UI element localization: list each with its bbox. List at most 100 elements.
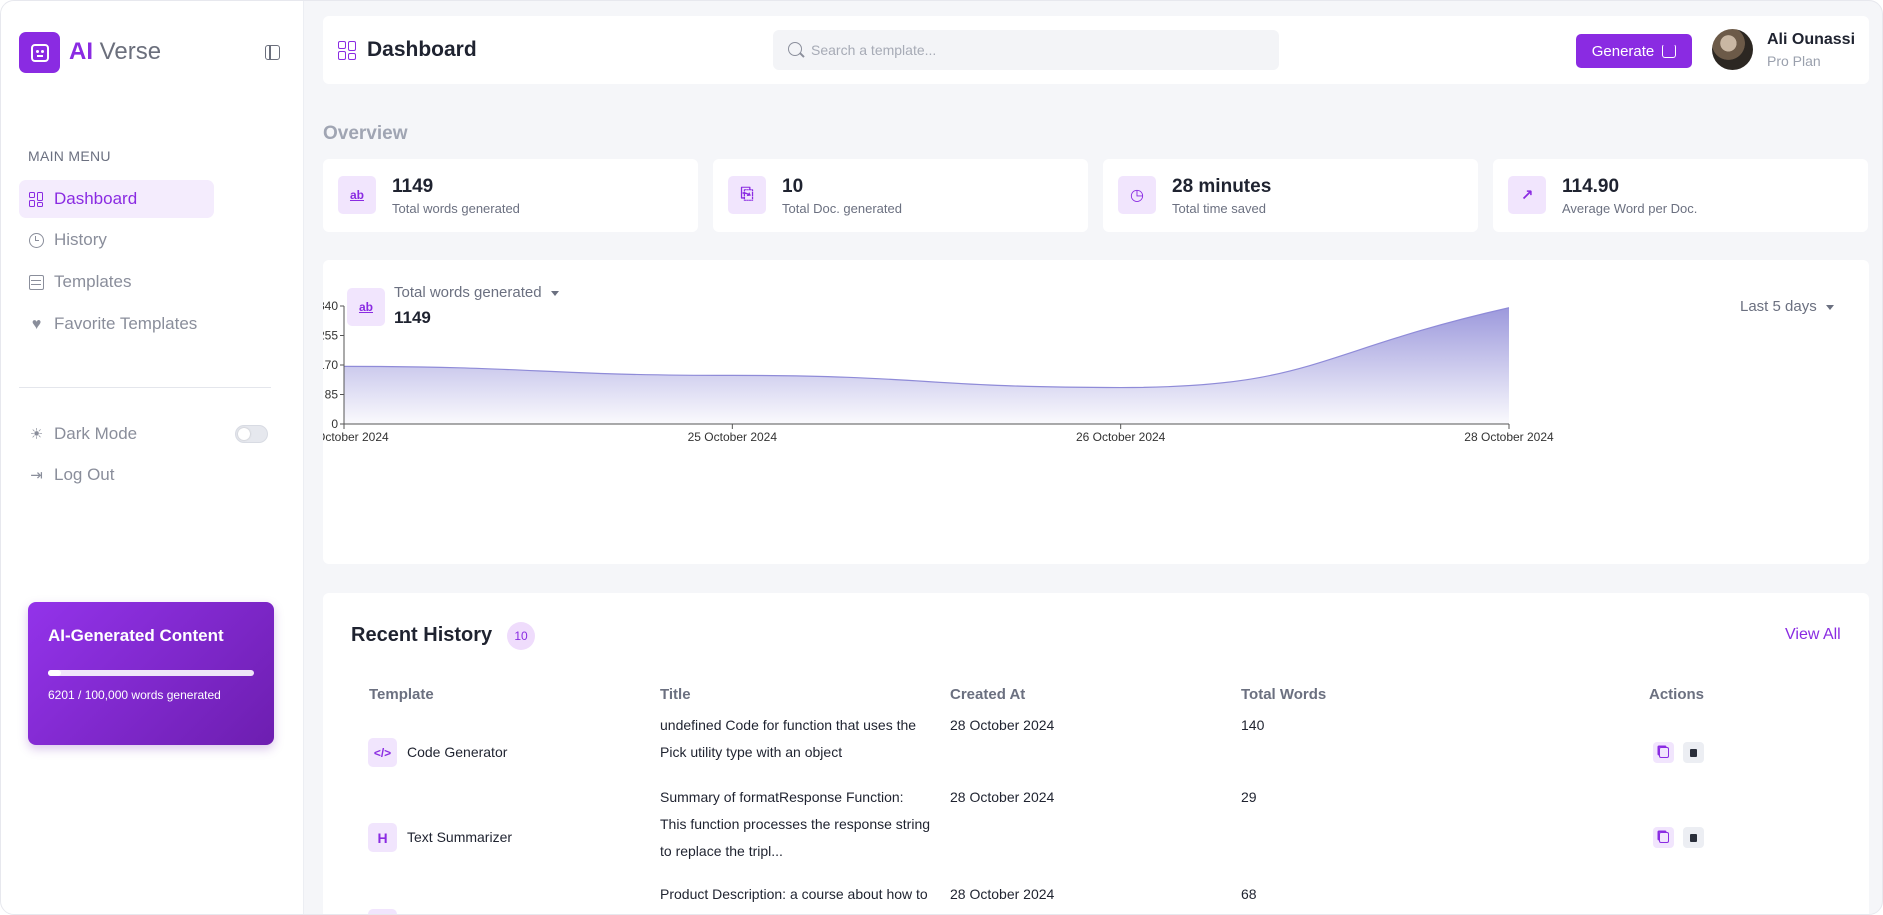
generate-button[interactable]: Generate: [1576, 34, 1692, 68]
usage-text: 6201 / 100,000 words generated: [48, 688, 221, 702]
top-header: Dashboard Generate Ali Ounassi Pro Plan: [323, 16, 1869, 84]
sidebar-item-label: History: [54, 230, 107, 249]
logout-icon: ⇥: [30, 466, 43, 484]
y-tick-label: 0: [331, 417, 338, 431]
heart-icon: ♥: [31, 315, 42, 333]
search-input[interactable]: [811, 30, 1261, 70]
search-icon: [788, 42, 802, 56]
stat-value: 28 minutes: [1172, 176, 1272, 197]
overview-heading: Overview: [323, 123, 408, 144]
x-tick-label: 24 October 2024: [323, 430, 389, 444]
main-menu-title: MAIN MENU: [28, 148, 111, 164]
stat-value: 10: [782, 176, 804, 197]
code-icon: </>: [368, 738, 397, 767]
row-template: Code Generator: [407, 744, 508, 760]
logo-icon: [19, 32, 60, 73]
page-title: Dashboard: [367, 38, 477, 61]
usage-progress-fill: [48, 670, 61, 676]
trash-icon[interactable]: [1683, 827, 1704, 848]
row-total-words: 29: [1241, 789, 1257, 805]
column-header-template: Template: [369, 686, 434, 703]
sidebar-collapse-icon[interactable]: [265, 45, 280, 60]
templates-icon: [29, 274, 44, 290]
area-chart: 0 85 170 255 340 24 October 2024 25 October 20…: [323, 299, 1554, 444]
row-created-at: 28 October 2024: [950, 717, 1055, 733]
row-title-line: to replace the tripl...: [660, 843, 783, 859]
series-area: [344, 307, 1509, 424]
stat-card-time-saved: ◷ 28 minutes Total time saved: [1103, 159, 1478, 232]
row-created-at: 28 October 2024: [950, 886, 1055, 902]
stat-label: Total words generated: [392, 201, 520, 216]
ab-icon: ab: [338, 176, 376, 214]
row-template: Text Summarizer: [407, 829, 513, 845]
y-tick-label: 85: [325, 388, 339, 402]
sidebar: AI Verse MAIN MENU Dashboard History Tem…: [1, 1, 304, 914]
stat-label: Average Word per Doc.: [1562, 201, 1698, 216]
logout-button[interactable]: ⇥ Log Out: [19, 456, 214, 494]
row-total-words: 140: [1241, 717, 1265, 733]
column-header-title: Title: [660, 686, 691, 703]
dashboard-grid-icon: [29, 191, 44, 207]
row-title-line: Product Description: a course about how …: [660, 886, 928, 902]
sidebar-item-label: Favorite Templates: [54, 314, 198, 333]
y-tick-label: 255: [323, 329, 338, 343]
y-tick-label: 340: [323, 299, 338, 313]
stat-card-total-docs: ⎘ 10 Total Doc. generated: [713, 159, 1088, 232]
avatar[interactable]: [1712, 29, 1753, 70]
row-title-line: Pick utility type with an object: [660, 744, 843, 760]
search-bar: [773, 30, 1279, 70]
trash-icon[interactable]: [1683, 742, 1704, 763]
x-tick-label: 26 October 2024: [1076, 430, 1166, 444]
user-name: Ali Ounassi: [1767, 31, 1856, 48]
dark-mode-row: ☀ Dark Mode: [19, 415, 214, 453]
words-chart-card: ab Total words generated 1149 Last 5 day…: [323, 260, 1869, 564]
stat-label: Total Doc. generated: [782, 201, 902, 216]
sidebar-item-dashboard[interactable]: Dashboard: [19, 180, 214, 218]
sidebar-divider: [19, 387, 271, 388]
sidebar-item-label: Dashboard: [54, 189, 138, 208]
y-tick-label: 170: [323, 358, 338, 372]
dark-mode-label: Dark Mode: [54, 424, 138, 443]
clock-icon: ◷: [1118, 176, 1156, 214]
row-title-line: undefined Code for function that uses th…: [660, 717, 917, 733]
view-all-link[interactable]: View All: [1785, 626, 1841, 644]
user-plan: Pro Plan: [1767, 53, 1821, 69]
brand-verse: Verse: [99, 38, 162, 65]
stat-card-avg-words: ↗ 114.90 Average Word per Doc.: [1493, 159, 1868, 232]
sidebar-item-label: Templates: [54, 272, 132, 291]
ai-content-usage-card: AI-Generated Content 6201 / 100,000 word…: [28, 602, 274, 745]
sidebar-item-history[interactable]: History: [19, 221, 214, 259]
dashboard-grid-icon: [338, 41, 357, 60]
brand-ai: AI: [69, 38, 93, 65]
dark-mode-toggle[interactable]: [235, 425, 268, 443]
stat-label: Total time saved: [1172, 201, 1266, 216]
copy-icon[interactable]: [1653, 742, 1674, 763]
stat-value: 114.90: [1562, 176, 1620, 197]
stat-value: 1149: [392, 176, 434, 197]
chart-icon: ↗: [1508, 176, 1546, 214]
sun-icon: ☀: [29, 425, 44, 443]
history-title: Recent History: [351, 624, 493, 646]
history-icon: [29, 232, 44, 248]
sidebar-item-templates[interactable]: Templates: [19, 263, 214, 301]
history-count-badge: 10: [507, 622, 535, 650]
brand-name: AI Verse: [69, 38, 161, 66]
stat-card-total-words: ab 1149 Total words generated: [323, 159, 698, 232]
recent-history-card: Recent History 10 View All Template Titl…: [323, 593, 1869, 914]
row-title-line: Summary of formatResponse Function:: [660, 789, 904, 805]
sidebar-item-favorite-templates[interactable]: ♥ Favorite Templates: [19, 305, 214, 343]
row-title-line: This function processes the response str…: [660, 816, 931, 832]
promo-title: AI-Generated Content: [48, 626, 224, 645]
column-header-total-words: Total Words: [1241, 686, 1327, 703]
generate-label: Generate: [1591, 42, 1655, 60]
x-tick-label: 28 October 2024: [1464, 430, 1554, 444]
heading-icon: H: [368, 823, 397, 852]
documents-icon: ⎘: [728, 176, 766, 214]
row-total-words: 68: [1241, 886, 1257, 902]
x-tick-label: 25 October 2024: [688, 430, 778, 444]
template-icon: [368, 909, 397, 914]
logout-label: Log Out: [54, 465, 115, 484]
copy-icon[interactable]: [1653, 827, 1674, 848]
generate-icon: [1662, 44, 1677, 58]
column-header-actions: Actions: [1649, 686, 1705, 703]
